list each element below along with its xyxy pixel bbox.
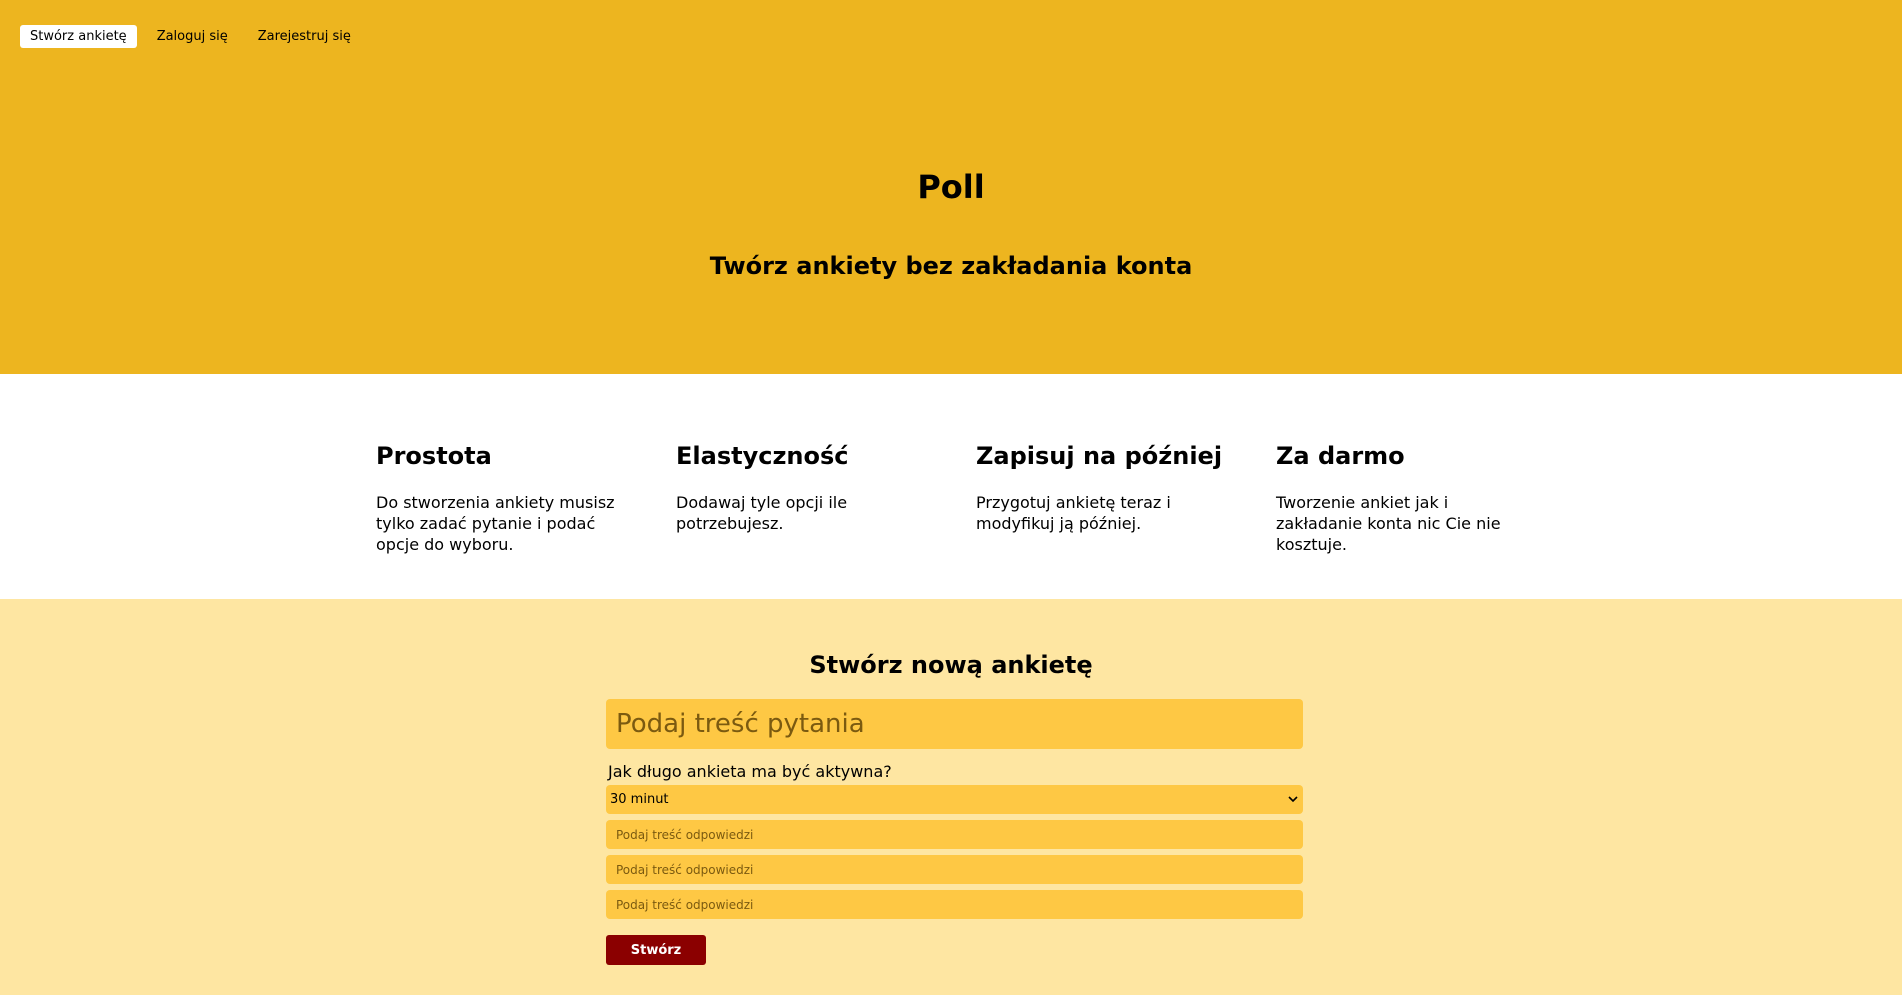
page-subtitle: Twórz ankiety bez zakładania konta bbox=[709, 252, 1193, 280]
answer-input-1[interactable]: Podaj treść odpowiedzi bbox=[606, 820, 1303, 849]
top-nav: Stwórz ankietę Zaloguj się Zarejestruj s… bbox=[20, 25, 371, 48]
create-button[interactable]: Stwórz bbox=[606, 935, 706, 965]
feature-save-later: Zapisuj na później Przygotuj ankietę ter… bbox=[976, 442, 1236, 534]
nav-login[interactable]: Zaloguj się bbox=[147, 25, 238, 48]
question-input[interactable]: Podaj treść pytania bbox=[606, 699, 1303, 749]
feature-simplicity: Prostota Do stworzenia ankiety musisz ty… bbox=[376, 442, 636, 555]
page-title: Poll bbox=[917, 168, 985, 206]
hero-section: Stwórz ankietę Zaloguj się Zarejestruj s… bbox=[0, 0, 1902, 374]
nav-register[interactable]: Zarejestruj się bbox=[248, 25, 361, 48]
feature-free: Za darmo Tworzenie ankiet jak i zakładan… bbox=[1276, 442, 1536, 555]
feature-flexibility: Elastyczność Dodawaj tyle opcji ile potr… bbox=[676, 442, 936, 534]
nav-create-poll[interactable]: Stwórz ankietę bbox=[20, 25, 137, 48]
feature-text: Tworzenie ankiet jak i zakładanie konta … bbox=[1276, 493, 1501, 554]
feature-title: Prostota bbox=[376, 442, 492, 470]
create-poll-form: Podaj treść pytania Jak długo ankieta ma… bbox=[606, 699, 1303, 965]
duration-select-value: 30 minut bbox=[610, 792, 669, 807]
feature-text: Do stworzenia ankiety musisz tylko zadać… bbox=[376, 493, 615, 554]
answer-input-3[interactable]: Podaj treść odpowiedzi bbox=[606, 890, 1303, 919]
features-section: Prostota Do stworzenia ankiety musisz ty… bbox=[0, 374, 1902, 599]
feature-title: Elastyczność bbox=[676, 442, 849, 470]
chevron-down-icon bbox=[1287, 794, 1299, 806]
feature-text: Dodawaj tyle opcji ile potrzebujesz. bbox=[676, 493, 848, 533]
duration-select[interactable]: 30 minut bbox=[606, 785, 1303, 814]
form-title: Stwórz nową ankietę bbox=[809, 651, 1093, 679]
duration-label: Jak długo ankieta ma być aktywna? bbox=[608, 762, 892, 781]
feature-text: Przygotuj ankietę teraz i modyfikuj ją p… bbox=[976, 493, 1171, 533]
answer-input-2[interactable]: Podaj treść odpowiedzi bbox=[606, 855, 1303, 884]
feature-title: Zapisuj na później bbox=[976, 442, 1223, 470]
feature-title: Za darmo bbox=[1276, 442, 1405, 470]
create-poll-section: Stwórz nową ankietę Podaj treść pytania … bbox=[0, 599, 1902, 995]
